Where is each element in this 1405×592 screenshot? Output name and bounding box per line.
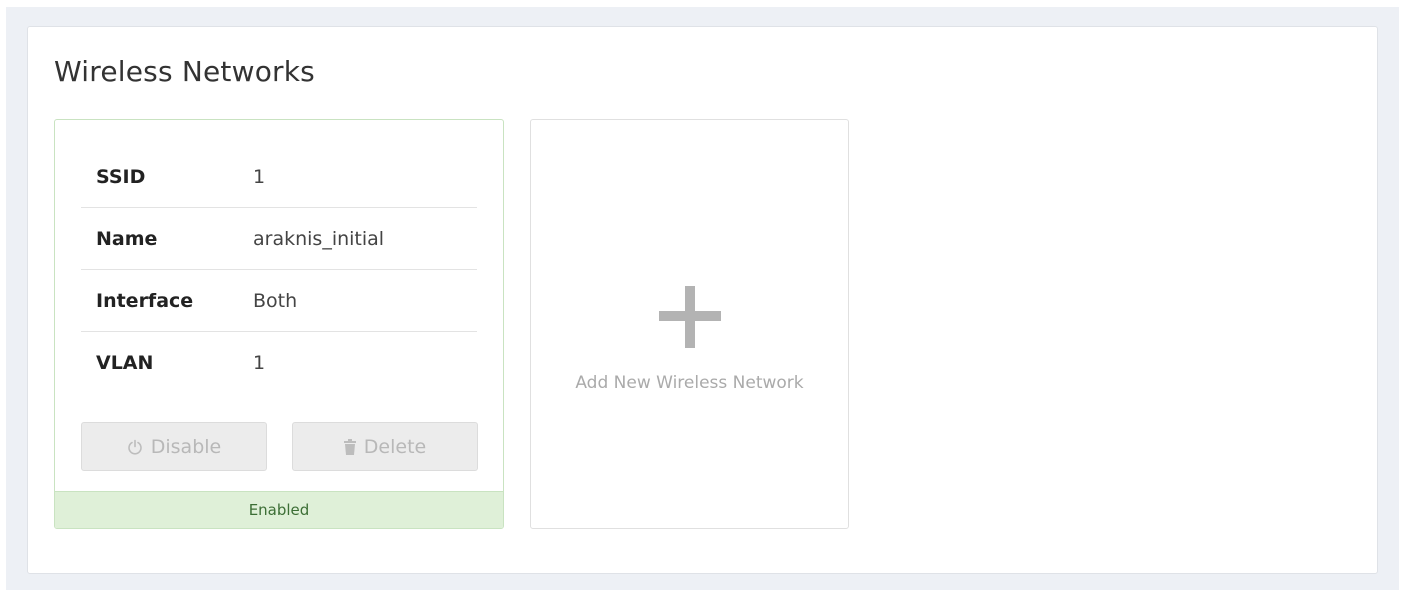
interface-label: Interface bbox=[96, 289, 194, 312]
add-network-label: Add New Wireless Network bbox=[575, 373, 804, 393]
trash-icon bbox=[343, 438, 356, 455]
wireless-network-card: SSID 1 Name araknis_initial Interface Bo… bbox=[54, 119, 504, 529]
delete-button-label: Delete bbox=[363, 435, 427, 458]
status-badge: Enabled bbox=[55, 491, 503, 528]
page-title: Wireless Networks bbox=[54, 55, 315, 88]
vlan-value: 1 bbox=[253, 352, 266, 374]
vlan-label: VLAN bbox=[96, 352, 154, 374]
detail-row-interface: Interface Both bbox=[81, 270, 477, 332]
name-label: Name bbox=[96, 227, 158, 250]
ssid-label: SSID bbox=[96, 165, 146, 188]
name-value: araknis_initial bbox=[253, 227, 385, 250]
disable-button[interactable]: Disable bbox=[81, 422, 267, 471]
wireless-networks-panel: Wireless Networks SSID 1 Name araknis_in… bbox=[27, 26, 1378, 574]
detail-row-name: Name araknis_initial bbox=[81, 208, 477, 270]
detail-row-vlan: VLAN 1 bbox=[81, 332, 477, 394]
interface-value: Both bbox=[253, 289, 298, 312]
delete-button[interactable]: Delete bbox=[292, 422, 478, 471]
disable-button-label: Disable bbox=[150, 435, 222, 458]
network-details-table: SSID 1 Name araknis_initial Interface Bo… bbox=[81, 146, 477, 394]
detail-row-ssid: SSID 1 bbox=[81, 146, 477, 208]
add-wireless-network-card[interactable]: Add New Wireless Network bbox=[530, 119, 849, 529]
plus-icon bbox=[659, 286, 721, 348]
page-background: Wireless Networks SSID 1 Name araknis_in… bbox=[6, 7, 1399, 590]
power-icon bbox=[127, 439, 143, 455]
ssid-value: 1 bbox=[253, 165, 266, 188]
